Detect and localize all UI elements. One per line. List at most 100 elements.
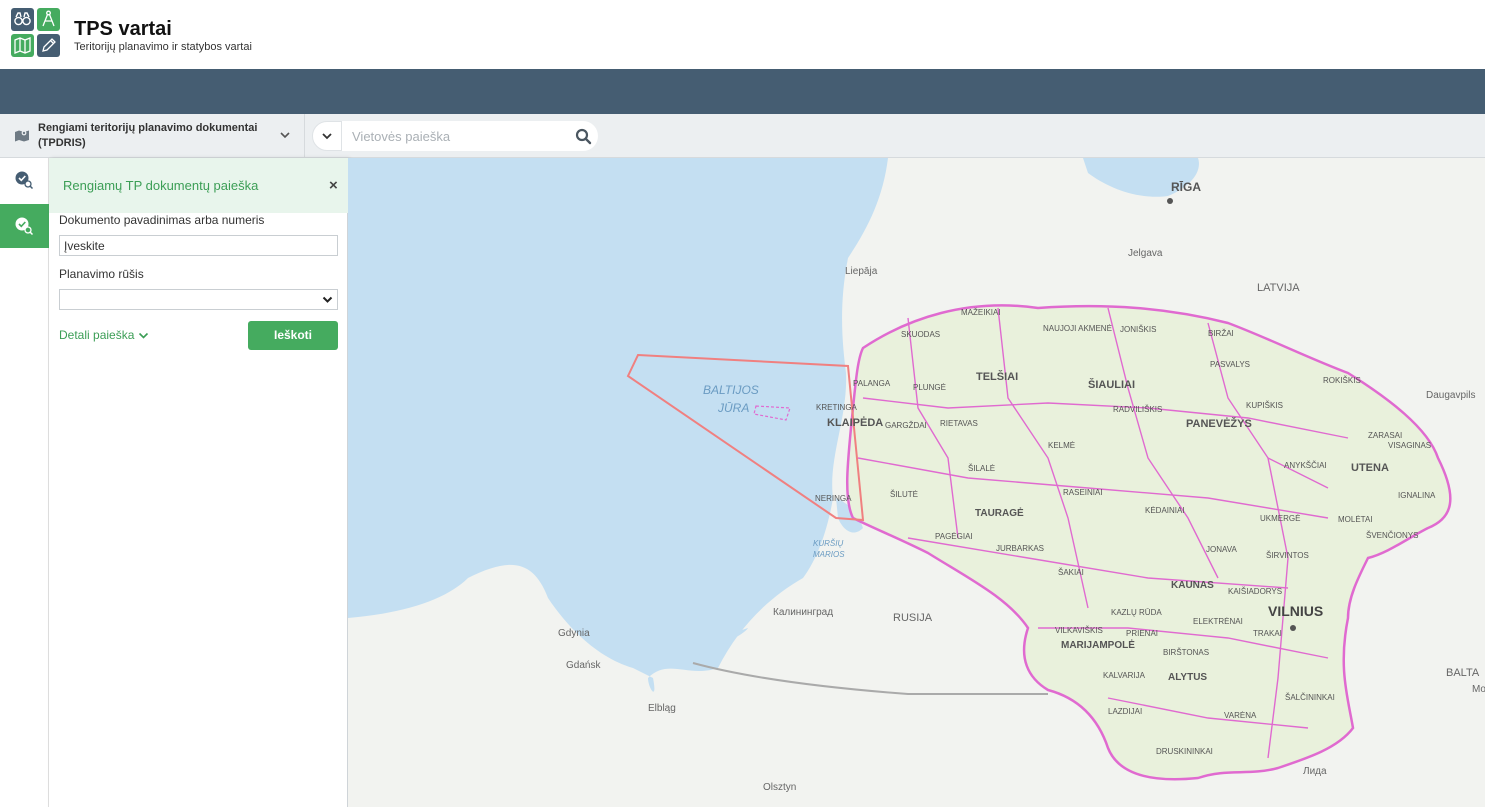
- map-label-lida: Лида: [1303, 766, 1327, 777]
- location-search-input[interactable]: [342, 121, 568, 151]
- rail-button-document-search[interactable]: [0, 204, 49, 248]
- map-label-joniskis: JONIŠKIS: [1120, 325, 1156, 334]
- map-label-olsztyn: Olsztyn: [763, 782, 796, 793]
- map-label-anyksciai: ANYKŠČIAI: [1284, 461, 1327, 470]
- map-toolbar: Rengiami teritorijų planavimo dokumentai…: [0, 114, 1485, 158]
- map-label-gargzdai: GARGŽDAI: [885, 421, 927, 430]
- map-label-rusija: RUSIJA: [893, 612, 933, 624]
- map-label-ignalina: IGNALINA: [1398, 491, 1436, 500]
- map-label-kupiskis: KUPIŠKIS: [1246, 401, 1283, 410]
- map-label-mo: Mo: [1472, 684, 1485, 695]
- map-label-jelgava: Jelgava: [1128, 248, 1163, 259]
- search-icon: [575, 128, 592, 145]
- planning-type-select[interactable]: [59, 289, 338, 310]
- map-label-varena: VARĖNA: [1224, 711, 1257, 720]
- map-label-elektrenai: ELEKTRĖNAI: [1193, 617, 1243, 626]
- map-label-visaginas: VISAGINAS: [1388, 441, 1431, 450]
- map-canvas[interactable]: RĪGA Jelgava Liepāja LATVIJA Daugavpils …: [348, 158, 1485, 807]
- map-label-sakiai: ŠAKIAI: [1058, 568, 1084, 577]
- map-label-kelme: KELMĖ: [1048, 441, 1075, 450]
- map-label-latvija: LATVIJA: [1257, 282, 1300, 294]
- map-label-pagegiai: PAGĖGIAI: [935, 532, 973, 541]
- map-label-kaisiadorys: KAIŠIADORYS: [1228, 587, 1282, 596]
- map-label-lazdijai: LAZDIJAI: [1108, 707, 1142, 716]
- map-label-ukmerge: UKMERGĖ: [1260, 514, 1300, 523]
- map-label-plunge: PLUNGĖ: [913, 383, 946, 392]
- document-name-input[interactable]: [59, 235, 338, 256]
- map-label-siauliai: ŠIAULIAI: [1088, 378, 1135, 391]
- chevron-down-icon: [139, 332, 149, 339]
- chevron-down-icon: [322, 296, 333, 303]
- map-icon: [11, 34, 34, 57]
- detailed-search-link[interactable]: Detali paieška: [59, 328, 149, 342]
- map-label-telsiai: TELŠIAI: [976, 370, 1018, 383]
- planning-type-label: Planavimo rūšis: [59, 267, 144, 281]
- detailed-search-label: Detali paieška: [59, 328, 135, 342]
- map-label-balta: BALTA: [1446, 667, 1480, 679]
- map-label-taurage: TAURAGĖ: [975, 506, 1024, 519]
- map-label-skuodas: SKUODAS: [901, 330, 940, 339]
- map-label-kaliningrad: Калининград: [773, 607, 833, 618]
- map-label-neringa: NERINGA: [815, 494, 852, 503]
- map-label-baltijos: BALTIJOS: [703, 383, 759, 397]
- document-search-panel: Rengiamų TP dokumentų paieška × Dokument…: [49, 158, 348, 807]
- map-label-jonava: JONAVA: [1206, 545, 1237, 554]
- map-label-mazeikiai: MAŽEIKIAI: [961, 308, 1001, 317]
- layer-selector[interactable]: Rengiami teritorijų planavimo dokumentai…: [0, 114, 305, 158]
- search-mode-dropdown[interactable]: [312, 121, 342, 151]
- map-label-elblag: Elbląg: [648, 703, 676, 714]
- map-label-rietavas: RIETAVAS: [940, 419, 978, 428]
- map-label-zarasai: ZARASAI: [1368, 431, 1402, 440]
- map-label-radviliskis: RADVILIŠKIS: [1113, 405, 1162, 414]
- map-label-druskininkai: DRUSKININKAI: [1156, 747, 1213, 756]
- app-title: TPS vartai: [74, 18, 172, 40]
- map-label-salcininkai: ŠALČININKAI: [1285, 693, 1335, 702]
- map-label-kaunas: KAUNAS: [1171, 580, 1214, 591]
- map-label-palanga: PALANGA: [853, 379, 891, 388]
- map-label-jura: JŪRA: [717, 401, 749, 415]
- map-label-jurbarkas: JURBARKAS: [996, 544, 1044, 553]
- close-icon[interactable]: ×: [329, 177, 338, 194]
- map-label-silale: ŠILALĖ: [968, 464, 995, 473]
- map-label-panevezys: PANEVĖŽYS: [1186, 417, 1252, 430]
- map-label-daugavpils: Daugavpils: [1426, 390, 1475, 401]
- search-button[interactable]: [568, 121, 598, 151]
- side-rail: [0, 158, 49, 807]
- map-label-birstonas: BIRŠTONAS: [1163, 648, 1209, 657]
- compass-icon: [37, 8, 60, 31]
- map-label-naujoji-akmene: NAUJOJI AKMENĖ: [1043, 324, 1112, 333]
- map-label-marios: MARIOS: [813, 550, 845, 559]
- map-label-kazlu-ruda: KAZLŲ RŪDA: [1111, 608, 1162, 617]
- city-marker-riga: [1167, 198, 1173, 204]
- map-label-riga: RĪGA: [1171, 180, 1201, 194]
- rail-button-layers-search[interactable]: [0, 158, 49, 202]
- map-label-marijampole: MARIJAMPOLĖ: [1061, 638, 1135, 651]
- chevron-down-icon: [280, 132, 290, 139]
- panel-header: Rengiamų TP dokumentų paieška ×: [49, 158, 348, 213]
- map-label-pasvalys: PASVALYS: [1210, 360, 1250, 369]
- map-label-kursiu: KURŠIŲ: [813, 539, 843, 548]
- map-label-prienai: PRIENAI: [1126, 629, 1158, 638]
- map-layers-icon: [15, 130, 29, 142]
- map-label-klaipeda: KLAIPĖDA: [827, 416, 883, 429]
- app-logo[interactable]: [11, 8, 61, 58]
- app-subtitle: Teritorijų planavimo ir statybos vartai: [74, 41, 252, 53]
- pencil-icon: [37, 34, 60, 57]
- map-label-moletai: MOLĖTAI: [1338, 515, 1373, 524]
- check-search-icon: [15, 171, 34, 190]
- map-label-utena: UTENA: [1351, 462, 1389, 474]
- map-label-kretinga: KRETINGA: [816, 403, 858, 412]
- map-label-sirvintos: ŠIRVINTOS: [1266, 551, 1309, 560]
- map-label-kalvarija: KALVARIJA: [1103, 671, 1146, 680]
- app-header: TPS vartai Teritorijų planavimo ir staty…: [0, 0, 1485, 69]
- search-submit-button[interactable]: Ieškoti: [248, 321, 338, 350]
- navigation-band: [0, 69, 1485, 114]
- document-name-label: Dokumento pavadinimas arba numeris: [59, 213, 265, 227]
- layer-selector-label: Rengiami teritorijų planavimo dokumentai…: [38, 122, 258, 149]
- map-label-alytus: ALYTUS: [1168, 672, 1207, 683]
- map-label-rokiskis: ROKIŠKIS: [1323, 376, 1361, 385]
- map-label-svencionys: ŠVENČIONYS: [1366, 531, 1418, 540]
- map-label-gdynia: Gdynia: [558, 628, 590, 639]
- document-search-icon: [15, 217, 34, 236]
- map-label-gdansk: Gdańsk: [566, 660, 601, 671]
